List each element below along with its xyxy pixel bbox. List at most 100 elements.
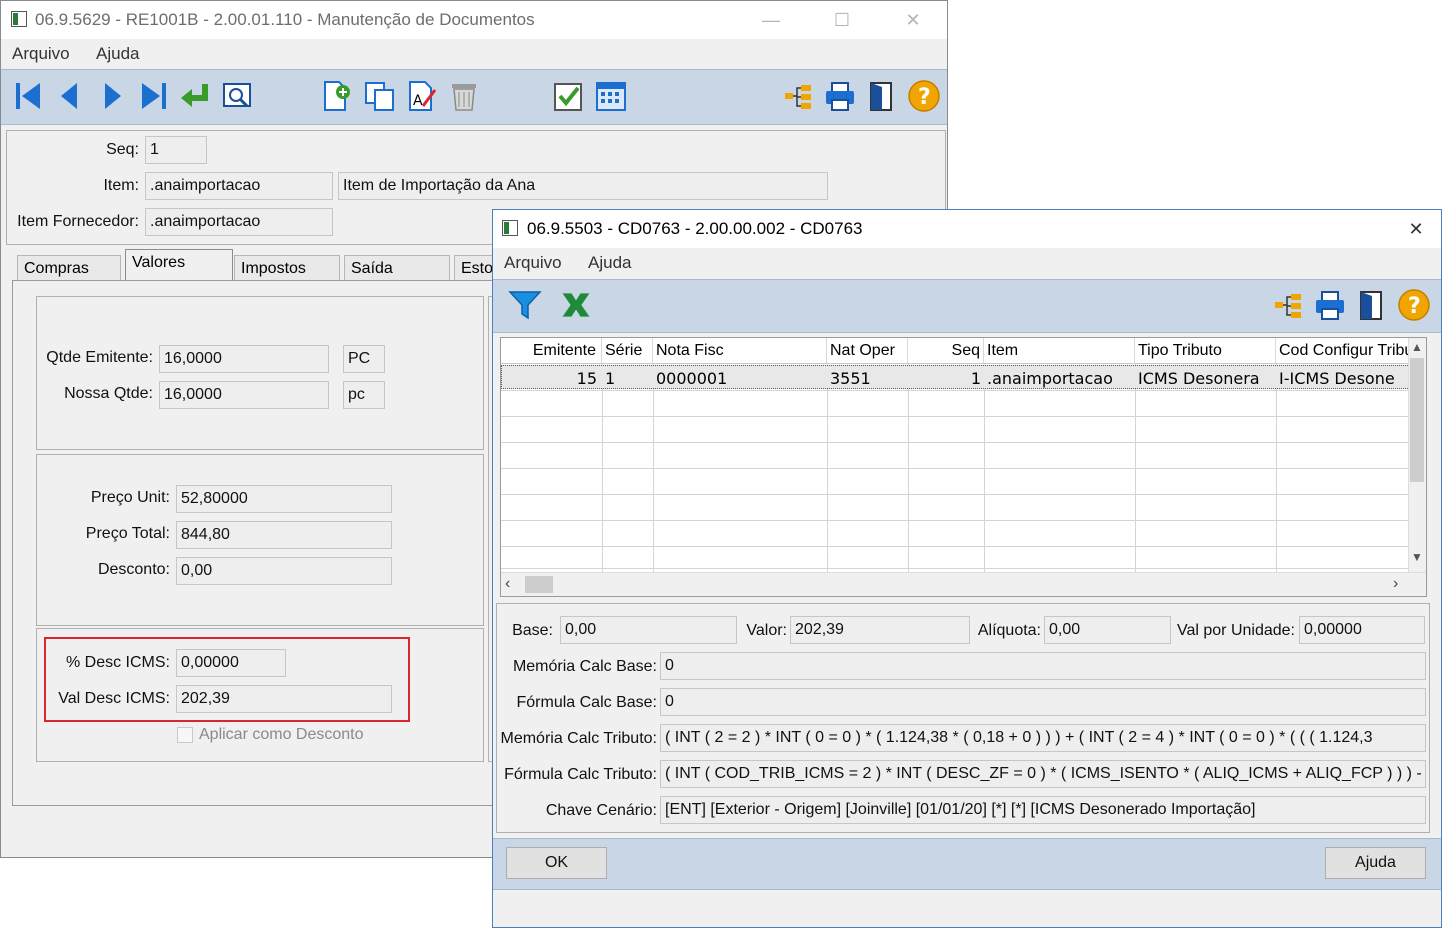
val-desc-icms-field[interactable]: 202,39 (176, 685, 392, 713)
svg-text:A: A (413, 93, 423, 109)
button-bar (493, 838, 1441, 890)
preco-unit-label: Preço Unit: (90, 489, 170, 506)
preco-total-field[interactable]: 844,80 (176, 521, 392, 549)
tab-valores[interactable]: Valores (125, 249, 233, 281)
maximize-icon[interactable]: ☐ (827, 6, 857, 34)
perc-desc-icms-field[interactable]: 0,00000 (176, 649, 286, 677)
ajuda-button[interactable]: Ajuda (1325, 847, 1426, 879)
nossa-qtde-field[interactable]: 16,0000 (159, 381, 329, 409)
memoria-calc-base-field: 0 (660, 652, 1426, 680)
formula-calc-base-field: 0 (660, 688, 1426, 716)
dialog-title: 06.9.5503 - CD0763 - 2.00.00.002 - CD076… (527, 219, 863, 238)
app-icon (11, 11, 27, 27)
tab-impostos[interactable]: Impostos (234, 255, 340, 281)
aplicar-desconto-checkbox[interactable] (177, 727, 193, 743)
menu-arquivo[interactable]: Arquivo (12, 44, 70, 64)
menu-ajuda[interactable]: Ajuda (96, 44, 139, 64)
cell-serie: 1 (605, 369, 616, 388)
goto-icon[interactable] (179, 78, 213, 114)
dialog-exit-door-icon[interactable] (1355, 287, 1389, 323)
col-item[interactable]: Item (984, 338, 1135, 364)
horizontal-scrollbar[interactable] (501, 572, 1426, 596)
qtde-emitente-field[interactable]: 16,0000 (159, 345, 329, 373)
dialog-print-icon[interactable] (1313, 287, 1347, 323)
col-emitente[interactable]: Emitente (501, 338, 602, 364)
cell-nat-oper: 3551 (830, 369, 871, 388)
grid-vline (984, 364, 985, 580)
calendar-icon[interactable] (594, 78, 628, 114)
desconto-field[interactable]: 0,00 (176, 557, 392, 585)
horizontal-scroll-thumb[interactable] (525, 576, 553, 593)
tree-icon[interactable] (781, 78, 815, 114)
scroll-left-icon[interactable]: ‹ (505, 575, 521, 593)
print-icon[interactable] (823, 78, 857, 114)
svg-text:?: ? (1408, 294, 1421, 319)
edit-icon[interactable]: A (405, 78, 439, 114)
search-icon[interactable] (221, 78, 255, 114)
grid-hline (501, 416, 1408, 417)
dialog-tree-icon[interactable] (1271, 287, 1305, 323)
next-record-icon[interactable] (95, 78, 129, 114)
tab-saida[interactable]: Saída (344, 255, 450, 281)
val-por-unidade-field: 0,00000 (1299, 616, 1425, 644)
new-document-icon[interactable] (319, 78, 353, 114)
memoria-calc-tributo-label: Memória Calc Tributo: (500, 730, 658, 747)
minimize-icon[interactable]: — (756, 6, 786, 34)
ok-button[interactable]: OK (506, 847, 607, 879)
grid-hline (501, 468, 1408, 469)
grid-hline (501, 568, 1408, 569)
val-desc-icms-label: Val Desc ICMS: (58, 690, 170, 707)
col-nota-fisc[interactable]: Nota Fisc (653, 338, 827, 364)
dialog-menu-arquivo[interactable]: Arquivo (504, 253, 562, 273)
aliquota-label: Alíquota: (977, 622, 1041, 639)
dialog-app-icon (502, 220, 518, 236)
delete-icon[interactable] (447, 78, 481, 114)
col-seq[interactable]: Seq (908, 338, 984, 364)
grid-hline (501, 442, 1408, 443)
vertical-scroll-thumb[interactable] (1410, 358, 1424, 482)
quantidade-group (36, 296, 484, 450)
help-icon[interactable]: ? (907, 78, 941, 114)
preco-unit-field[interactable]: 52,80000 (176, 485, 392, 513)
copy-icon[interactable] (363, 78, 397, 114)
scroll-right-icon[interactable]: › (1393, 575, 1409, 593)
close-icon[interactable]: ✕ (898, 6, 928, 34)
scroll-down-icon[interactable]: ▼ (1408, 550, 1426, 566)
first-record-icon[interactable] (11, 78, 45, 114)
item-fornecedor-field[interactable]: .anaimportacao (145, 208, 333, 236)
grid-vline (827, 364, 828, 580)
last-record-icon[interactable] (137, 78, 171, 114)
grid-vline (602, 364, 603, 580)
item-field[interactable]: .anaimportacao (145, 172, 333, 200)
seq-field[interactable]: 1 (145, 136, 207, 164)
previous-record-icon[interactable] (53, 78, 87, 114)
dialog-menu-ajuda[interactable]: Ajuda (588, 253, 631, 273)
exit-door-icon[interactable] (865, 78, 899, 114)
dialog-help-icon[interactable]: ? (1397, 287, 1431, 323)
tributos-grid[interactable]: Emitente Série Nota Fisc Nat Oper Seq It… (500, 337, 1427, 597)
item-description-field: Item de Importação da Ana (338, 172, 828, 200)
col-serie[interactable]: Série (602, 338, 653, 364)
nossa-qtde-unit-field: pc (343, 381, 385, 409)
cell-emitente: 15 (576, 369, 597, 388)
grid-vline (908, 364, 909, 580)
col-cod-configur-tribu[interactable]: Cod Configur Tribu (1276, 338, 1410, 364)
excel-icon[interactable] (559, 287, 593, 323)
col-nat-oper[interactable]: Nat Oper (827, 338, 908, 364)
qtde-emitente-label: Qtde Emitente: (46, 349, 153, 366)
dialog-toolbar: ? (493, 279, 1441, 333)
filter-icon[interactable] (508, 287, 542, 323)
seq-label: Seq: (106, 141, 139, 158)
col-tipo-tributo[interactable]: Tipo Tributo (1135, 338, 1276, 364)
dialog-menubar: Arquivo Ajuda (493, 248, 1441, 278)
dialog-close-icon[interactable]: ✕ (1401, 215, 1431, 243)
checklist-icon[interactable] (551, 78, 585, 114)
base-field: 0,00 (560, 616, 737, 644)
tab-compras[interactable]: Compras (17, 255, 121, 281)
formula-calc-tributo-field: ( INT ( COD_TRIB_ICMS = 2 ) * INT ( DESC… (660, 760, 1426, 788)
valor-field: 202,39 (790, 616, 970, 644)
scroll-up-icon[interactable]: ▲ (1408, 340, 1426, 356)
dialog-window: 06.9.5503 - CD0763 - 2.00.00.002 - CD076… (492, 209, 1442, 928)
perc-desc-icms-label: % Desc ICMS: (65, 654, 170, 671)
aplicar-desconto-label: Aplicar como Desconto (199, 726, 364, 743)
